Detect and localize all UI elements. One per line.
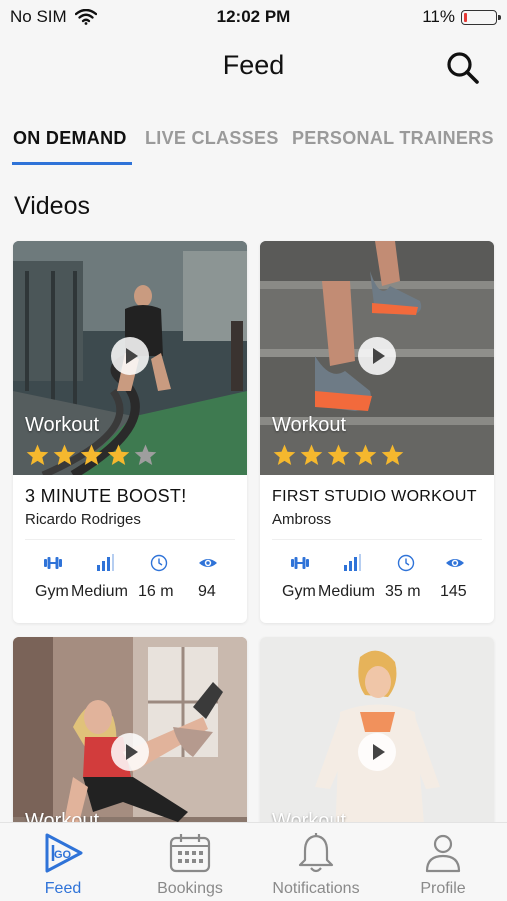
status-right: 11% [422, 7, 501, 27]
star-icon [53, 444, 76, 465]
star-rating [272, 443, 405, 467]
views-count: 94 [198, 583, 216, 600]
star-icon [80, 444, 103, 465]
play-button[interactable] [111, 733, 149, 771]
level-bars-icon [344, 554, 361, 571]
calendar-icon [169, 834, 211, 873]
video-author: Ambross [272, 511, 332, 528]
level-label: Medium [318, 583, 375, 600]
video-card[interactable]: Workout FIRST STUDIO WORKOUT Ambross Gym… [260, 241, 494, 623]
nav-feed[interactable]: GO Feed [8, 831, 118, 898]
play-button[interactable] [111, 337, 149, 375]
video-title: 3 MINUTE BOOST! [25, 486, 187, 506]
bell-icon [298, 833, 334, 873]
nav-bookings-label: Bookings [157, 880, 223, 897]
battery-icon [461, 9, 501, 25]
star-icon [107, 444, 130, 465]
video-category: Workout [272, 414, 347, 436]
star-rating [25, 443, 158, 467]
level-label: Medium [71, 583, 128, 600]
divider [272, 539, 482, 540]
nav-notifications[interactable]: Notifications [261, 831, 371, 898]
duration-label: 35 m [385, 583, 421, 600]
search-icon[interactable] [445, 50, 481, 86]
nav-profile-label: Profile [420, 880, 466, 897]
views-count: 145 [440, 583, 467, 600]
tab-bar: ON DEMAND LIVE CLASSES PERSONAL TRAINERS [0, 122, 507, 166]
tab-personal-trainers[interactable]: PERSONAL TRAINERS [292, 128, 494, 149]
feed-logo-icon: GO [45, 833, 83, 873]
status-bar: No SIM 12:02 PM 11% [0, 0, 507, 34]
equipment-label: Gym [35, 583, 69, 600]
star-icon [300, 444, 323, 465]
eye-icon [199, 559, 217, 567]
clock-icon [397, 554, 415, 572]
active-tab-indicator [12, 162, 132, 165]
dumbbell-icon [291, 557, 309, 569]
section-title: Videos [14, 192, 90, 220]
play-button[interactable] [358, 337, 396, 375]
video-category: Workout [25, 414, 100, 436]
nav-feed-label: Feed [44, 880, 82, 897]
video-card[interactable]: Workout 3 MINUTE BOOST! Ricardo Rodriges… [13, 241, 247, 623]
nav-profile[interactable]: Profile [388, 831, 498, 898]
video-meta-icons [260, 553, 494, 573]
play-button[interactable] [358, 733, 396, 771]
tab-live-classes[interactable]: LIVE CLASSES [145, 128, 279, 149]
star-icon [327, 444, 350, 465]
battery-percent: 11% [422, 7, 455, 26]
star-icon [273, 444, 296, 465]
nav-bookings[interactable]: Bookings [135, 831, 245, 898]
video-title: FIRST STUDIO WORKOUT [272, 488, 477, 505]
eye-icon [446, 559, 464, 567]
nav-notifications-label: Notifications [272, 880, 360, 897]
bottom-nav: GO Feed Bookings Notifications Profile [0, 822, 507, 901]
svg-text:GO: GO [54, 849, 72, 861]
clock-icon [150, 554, 168, 572]
duration-label: 16 m [138, 583, 174, 600]
page-title: Feed [222, 50, 285, 80]
divider [25, 539, 235, 540]
video-thumbnail: Workout [13, 241, 247, 475]
star-icon [26, 444, 49, 465]
video-meta-icons [13, 553, 247, 573]
equipment-label: Gym [282, 583, 316, 600]
dumbbell-icon [44, 557, 62, 569]
header: Feed [0, 40, 507, 96]
star-icon [134, 444, 157, 465]
level-bars-icon [97, 554, 114, 571]
battery-fill [464, 12, 467, 22]
star-icon [381, 444, 404, 465]
star-icon [354, 444, 377, 465]
video-thumbnail: Workout [260, 241, 494, 475]
tab-on-demand[interactable]: ON DEMAND [13, 128, 127, 149]
person-icon [425, 834, 461, 873]
video-author: Ricardo Rodriges [25, 511, 141, 528]
